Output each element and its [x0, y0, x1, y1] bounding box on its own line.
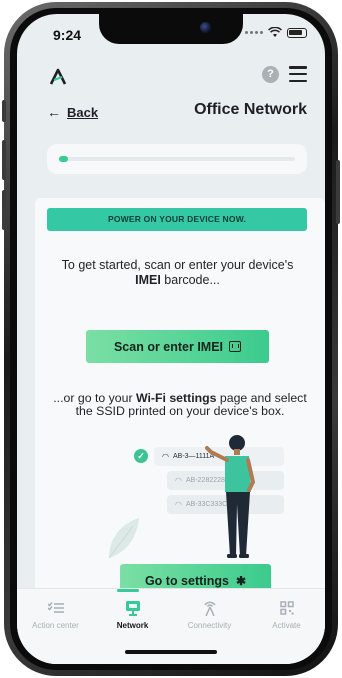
- network-icon: [94, 599, 171, 617]
- tab-action-center[interactable]: Action center: [17, 599, 94, 630]
- barcode-scan-icon: [229, 341, 242, 352]
- intro-text-pre: To get started, scan or enter your devic…: [61, 258, 294, 272]
- person-pointing-illustration: [205, 435, 256, 558]
- tab-label: Activate: [272, 621, 301, 630]
- back-label: Back: [67, 104, 99, 120]
- tab-network[interactable]: Network: [94, 599, 171, 630]
- notch: [99, 14, 243, 44]
- qr-code-icon: [248, 599, 325, 617]
- intro-text: To get started, scan or enter your devic…: [55, 258, 300, 288]
- wifi-icon: ◠: [175, 500, 182, 509]
- power-button: [336, 160, 340, 224]
- wifi-settings-link-text: Wi-Fi settings: [135, 391, 217, 405]
- wifi-illustration: ✓ ◠ AB-3—1111A ◠ AB-2282228 ◠ AB-33C333C: [108, 435, 289, 562]
- status-icons: [245, 27, 307, 38]
- wifi-icon: ◠: [162, 452, 169, 461]
- scan-imei-button[interactable]: Scan or enter IMEI: [86, 330, 269, 363]
- wifi-icon: [268, 27, 282, 37]
- scan-imei-label: Scan or enter IMEI: [113, 339, 224, 354]
- battery-icon: [287, 27, 307, 38]
- tab-activate[interactable]: Activate: [248, 599, 325, 630]
- progress-fill: [59, 156, 69, 162]
- arrow-left-icon: ←: [47, 104, 61, 120]
- wifi-icon: ◠: [175, 476, 182, 485]
- power-on-banner: POWER ON YOUR DEVICE NOW.: [47, 208, 307, 231]
- tab-connectivity[interactable]: Connectivity: [171, 599, 248, 630]
- status-time: 9:24: [53, 27, 82, 43]
- wifi-instructions-text: ...or go to your Wi-Fi settings page and…: [51, 392, 309, 418]
- volume-down-button: [2, 190, 6, 230]
- checklist-icon: [17, 599, 94, 617]
- page-title: Office Network: [194, 101, 307, 118]
- volume-up-button: [2, 140, 6, 180]
- mute-switch: [2, 100, 6, 122]
- check-circle-icon: ✓: [134, 449, 148, 463]
- active-tab-indicator: [117, 589, 139, 592]
- signal-dots-icon: [245, 31, 263, 34]
- help-icon[interactable]: ?: [262, 66, 279, 83]
- progress-track: [59, 156, 295, 162]
- app-logo-icon: [49, 68, 67, 85]
- leaf-decoration-icon: [108, 518, 139, 559]
- intro-text-post: barcode...: [160, 273, 220, 287]
- tab-label: Network: [116, 621, 149, 630]
- hamburger-menu-icon[interactable]: [289, 66, 307, 82]
- alt-text-pre: ...or go to your: [53, 391, 136, 405]
- back-link[interactable]: ← Back: [47, 104, 98, 120]
- tab-label: Action center: [32, 621, 79, 630]
- tab-label: Connectivity: [187, 621, 232, 630]
- home-indicator: [125, 650, 217, 654]
- progress-card: [47, 144, 307, 174]
- front-camera: [200, 22, 211, 33]
- go-to-settings-label: Go to settings: [144, 573, 229, 588]
- gear-icon: ✱: [235, 573, 247, 588]
- antenna-icon: [171, 599, 248, 617]
- app-screen: 9:24 ? ← Back Office Network POWER ON YO…: [17, 14, 325, 664]
- intro-text-bold: IMEI: [135, 273, 161, 287]
